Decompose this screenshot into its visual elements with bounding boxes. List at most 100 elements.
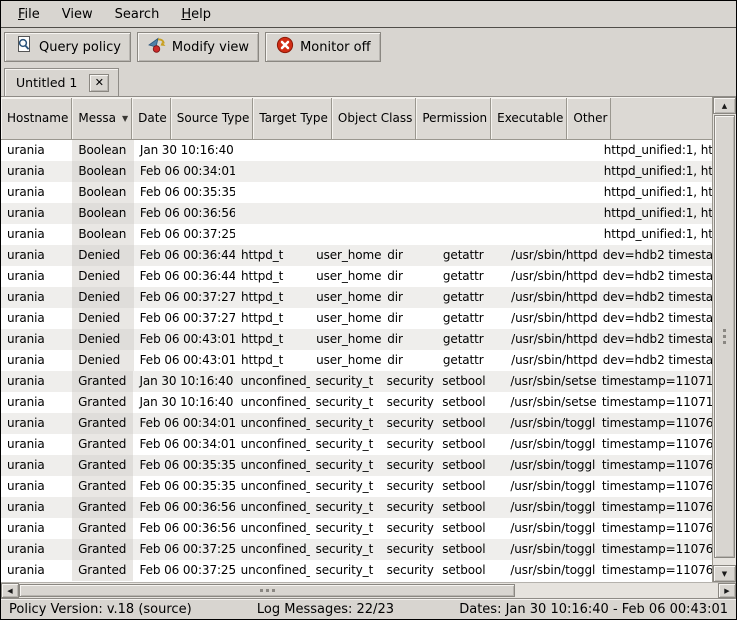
tab-untitled-1[interactable]: Untitled 1 ✕ <box>4 68 119 96</box>
monitor-off-button[interactable]: Monitor off <box>265 32 380 62</box>
cell-object-class: security <box>381 455 437 476</box>
cell-executable: /usr/sbin/httpd <box>505 245 597 266</box>
status-dates: Dates: Jan 30 10:16:40 - Feb 06 00:43:01 <box>459 602 728 617</box>
table-row[interactable]: urania Granted Feb 06 00:36:56 unconfine… <box>1 497 712 518</box>
cell-message: Granted <box>72 392 133 413</box>
table-row[interactable]: urania Denied Feb 06 00:36:44 httpd_t us… <box>1 245 712 266</box>
table-row[interactable]: urania Denied Feb 06 00:43:01 httpd_t us… <box>1 350 712 371</box>
cell-permission <box>438 203 506 224</box>
cell-other: timestamp=11071 <box>596 392 712 413</box>
table-row[interactable]: urania Granted Feb 06 00:35:35 unconfine… <box>1 476 712 497</box>
column-header[interactable]: Target Type <box>253 98 332 139</box>
horizontal-scrollbar[interactable]: ◀ ▶ <box>1 582 736 598</box>
scroll-up-button[interactable]: ▲ <box>713 97 736 114</box>
column-header[interactable]: Object Class <box>332 98 416 139</box>
table-row[interactable]: urania Boolean Feb 06 00:35:35 httpd_uni… <box>1 182 712 203</box>
table-row[interactable]: urania Granted Jan 30 10:16:40 unconfine… <box>1 371 712 392</box>
modify-view-icon <box>147 35 167 59</box>
table-row[interactable]: urania Boolean Feb 06 00:37:25 httpd_uni… <box>1 224 712 245</box>
vertical-scrollbar[interactable]: ▲ ▼ <box>712 97 736 582</box>
column-header[interactable]: Source Type <box>171 98 254 139</box>
modify-view-button[interactable]: Modify view <box>137 32 259 62</box>
cell-hostname: urania <box>1 287 72 308</box>
cell-permission: setbool <box>436 413 504 434</box>
column-header-label: Date <box>138 112 167 126</box>
menu-item-file[interactable]: File <box>7 3 51 26</box>
cell-other: dev=hdb2 timesta <box>597 329 712 350</box>
horizontal-scrollbar-thumb[interactable] <box>19 584 515 597</box>
cell-date: Feb 06 00:37:25 <box>133 560 234 581</box>
cell-permission <box>438 182 506 203</box>
column-header[interactable]: Messa ▼ <box>72 98 132 139</box>
cell-object-class <box>382 161 438 182</box>
cell-message: Granted <box>72 476 133 497</box>
cell-date: Feb 06 00:36:44 <box>134 245 235 266</box>
cell-other: httpd_unified:1, ht <box>598 182 712 203</box>
cell-permission: setbool <box>436 392 504 413</box>
cell-date: Feb 06 00:37:27 <box>134 287 235 308</box>
table-row[interactable]: urania Denied Feb 06 00:43:01 httpd_t us… <box>1 329 712 350</box>
cell-executable: /usr/sbin/toggle <box>504 497 595 518</box>
horizontal-scrollbar-trough[interactable] <box>19 583 718 598</box>
table-row[interactable]: urania Granted Feb 06 00:35:35 unconfine… <box>1 455 712 476</box>
cell-hostname: urania <box>1 497 72 518</box>
vertical-scrollbar-trough[interactable] <box>713 114 736 565</box>
cell-date: Feb 06 00:36:56 <box>133 518 234 539</box>
scroll-right-button[interactable]: ▶ <box>718 583 736 598</box>
cell-executable: /usr/sbin/setseb <box>504 371 595 392</box>
column-header[interactable]: Other <box>567 98 611 139</box>
table-row[interactable]: urania Boolean Feb 06 00:34:01 httpd_uni… <box>1 161 712 182</box>
tab-close-button[interactable]: ✕ <box>89 74 109 92</box>
toolbar-button-label: Query policy <box>39 40 121 55</box>
cell-message: Granted <box>72 371 133 392</box>
query-policy-button[interactable]: Query policy <box>4 32 131 62</box>
scroll-down-button[interactable]: ▼ <box>713 565 736 582</box>
thumb-grip <box>723 335 726 338</box>
cell-source-type: unconfined_ <box>235 497 310 518</box>
column-header[interactable]: Executable <box>491 98 567 139</box>
cell-executable: /usr/sbin/toggle <box>504 476 595 497</box>
cell-executable <box>506 182 598 203</box>
cell-other: dev=hdb2 timesta <box>597 245 712 266</box>
menu-item-search[interactable]: Search <box>104 3 171 26</box>
table-row[interactable]: urania Granted Feb 06 00:34:01 unconfine… <box>1 434 712 455</box>
cell-object-class <box>382 182 438 203</box>
table-row[interactable]: urania Granted Feb 06 00:36:56 unconfine… <box>1 518 712 539</box>
vertical-scrollbar-thumb[interactable] <box>714 115 735 558</box>
thumb-grip <box>266 589 269 592</box>
cell-source-type: httpd_t <box>235 308 310 329</box>
table-row[interactable]: urania Granted Feb 06 00:37:25 unconfine… <box>1 560 712 581</box>
cell-other: timestamp=11076 <box>596 560 712 581</box>
cell-source-type: httpd_t <box>235 245 310 266</box>
cell-message: Boolean <box>72 161 134 182</box>
column-header[interactable]: Hostname <box>1 98 72 139</box>
table-row[interactable]: urania Granted Jan 30 10:16:40 unconfine… <box>1 392 712 413</box>
table-row[interactable]: urania Granted Feb 06 00:37:25 unconfine… <box>1 539 712 560</box>
scroll-left-button[interactable]: ◀ <box>1 583 19 598</box>
cell-permission: setbool <box>436 560 504 581</box>
table-row[interactable]: urania Boolean Feb 06 00:36:56 httpd_uni… <box>1 203 712 224</box>
cell-object-class: security <box>381 434 437 455</box>
cell-executable: /usr/sbin/httpd <box>505 350 597 371</box>
menu-item-help[interactable]: Help <box>170 3 222 26</box>
table-row[interactable]: urania Denied Feb 06 00:36:44 httpd_t us… <box>1 266 712 287</box>
cell-message: Granted <box>72 434 133 455</box>
column-header-label: Executable <box>497 112 563 126</box>
column-header[interactable]: Permission <box>416 98 491 139</box>
menu-item-view[interactable]: View <box>51 3 104 26</box>
cell-source-type: unconfined_ <box>235 539 310 560</box>
table-row[interactable]: urania Granted Feb 06 00:34:01 unconfine… <box>1 413 712 434</box>
column-header[interactable]: Date <box>132 98 171 139</box>
cell-source-type: httpd_t <box>235 329 310 350</box>
cell-hostname: urania <box>1 518 72 539</box>
cell-source-type <box>235 140 310 161</box>
table-row[interactable]: urania Denied Feb 06 00:37:27 httpd_t us… <box>1 287 712 308</box>
table-row[interactable]: urania Boolean Jan 30 10:16:40 httpd_uni… <box>1 140 712 161</box>
tab-label: Untitled 1 <box>16 75 77 90</box>
cell-permission: setbool <box>436 476 504 497</box>
cell-object-class: dir <box>381 287 437 308</box>
cell-hostname: urania <box>1 224 72 245</box>
toolbar: Query policy Modify view Monitor off <box>1 28 736 66</box>
table-row[interactable]: urania Denied Feb 06 00:37:27 httpd_t us… <box>1 308 712 329</box>
cell-message: Boolean <box>72 140 134 161</box>
